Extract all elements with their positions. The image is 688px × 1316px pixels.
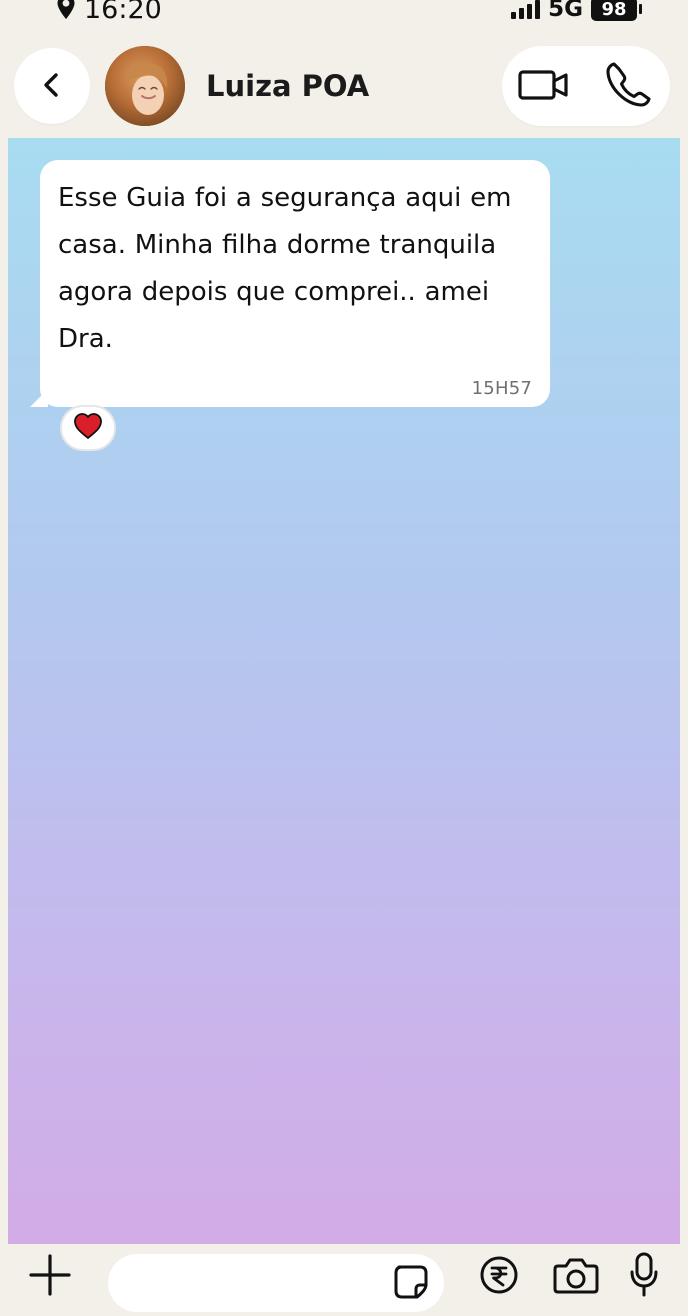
phone-call-icon — [605, 61, 651, 111]
chat-area: Esse Guia foi a segurança aqui em casa. … — [8, 138, 680, 1244]
battery-tip — [639, 4, 642, 14]
message-time: 15H57 — [471, 378, 532, 399]
message-input[interactable] — [130, 1264, 374, 1304]
avatar[interactable] — [105, 46, 185, 126]
camera-icon — [551, 1254, 601, 1299]
signal-icon — [511, 0, 541, 19]
microphone-button[interactable] — [622, 1251, 666, 1301]
voice-call-button[interactable] — [599, 57, 657, 115]
camera-button[interactable] — [549, 1251, 603, 1301]
back-button[interactable] — [14, 48, 90, 124]
network-type: 5G — [548, 0, 583, 22]
video-call-button[interactable] — [515, 57, 573, 115]
sticker-icon — [391, 1262, 431, 1305]
rupee-payment-icon — [478, 1254, 520, 1299]
message-input-bar — [8, 1244, 680, 1316]
plus-icon — [26, 1251, 74, 1302]
heart-reaction[interactable] — [60, 405, 116, 451]
call-actions — [502, 46, 670, 126]
back-chevron-icon — [36, 69, 68, 104]
battery-icon: 98 — [591, 0, 642, 21]
status-time: 16:20 — [84, 0, 162, 25]
microphone-icon — [627, 1251, 661, 1302]
message-text: Esse Guia foi a segurança aqui em casa. … — [58, 183, 512, 354]
chat-header: Luiza POA — [8, 34, 680, 138]
video-call-icon — [516, 65, 572, 108]
heart-icon — [72, 412, 104, 444]
attach-button[interactable] — [24, 1250, 76, 1302]
message-input-wrap[interactable] — [108, 1254, 444, 1312]
status-bar: 16:20 5G 98 — [8, 0, 680, 34]
sticker-button[interactable] — [390, 1262, 432, 1304]
payment-button[interactable] — [475, 1251, 523, 1301]
location-icon — [56, 0, 76, 24]
contact-name[interactable]: Luiza POA — [206, 72, 369, 101]
battery-level: 98 — [591, 0, 637, 21]
chat-screen: 16:20 5G 98 Luiza POA Esse Guia foi a se… — [8, 0, 680, 1316]
status-left: 16:20 — [56, 0, 162, 26]
incoming-message-bubble[interactable]: Esse Guia foi a segurança aqui em casa. … — [40, 160, 550, 407]
status-right: 5G 98 — [511, 0, 642, 26]
